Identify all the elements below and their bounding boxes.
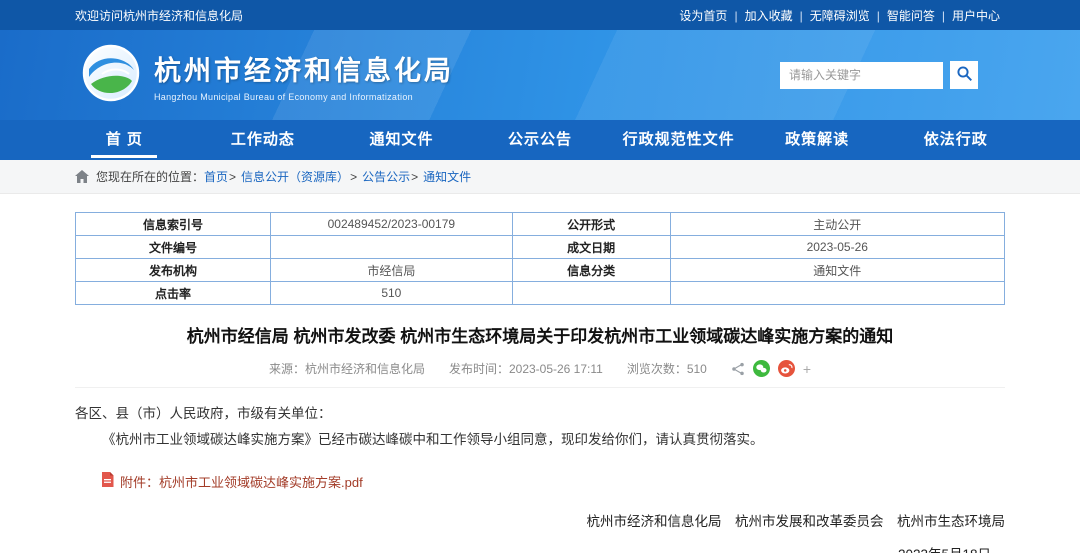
topbar-divider: | <box>734 9 737 23</box>
breadcrumb-info-disclosure[interactable]: 信息公开（资源库） <box>241 168 349 185</box>
article-source: 来源：杭州市经济和信息化局 <box>269 360 425 377</box>
article-publish-time: 发布时间：2023-05-26 17:11 <box>449 360 603 377</box>
brand-text: 杭州市经济和信息化局 Hangzhou Municipal Bureau of … <box>154 49 454 102</box>
info-value: 2023-05-26 <box>670 236 1004 259</box>
breadcrumb-notice-files[interactable]: 通知文件 <box>423 168 471 185</box>
breadcrumb-separator: > <box>411 170 418 184</box>
topbar-links: 设为首页 | 加入收藏 | 无障碍浏览 | 智能问答 | 用户中心 <box>679 7 1000 24</box>
article-body: 各区、县（市）人民政府，市级有关单位： 《杭州市工业领域碳达峰实施方案》已经市碳… <box>75 401 1005 454</box>
signature-agencies: 杭州市经济和信息化局 杭州市发展和改革委员会 杭州市生态环境局 <box>75 510 1005 530</box>
main-nav: 首 页 工作动态 通知文件 公示公告 行政规范性文件 政策解读 依法行政 <box>0 120 1080 160</box>
attachment-link[interactable]: 附件：杭州市工业领域碳达峰实施方案.pdf <box>101 472 363 491</box>
nav-item-public-notices[interactable]: 公示公告 <box>471 120 610 160</box>
site-header: 杭州市经济和信息化局 Hangzhou Municipal Bureau of … <box>0 30 1080 120</box>
info-value: 主动公开 <box>670 213 1004 236</box>
table-row: 文件编号 成文日期 2023-05-26 <box>76 236 1005 259</box>
article-meta: 来源：杭州市经济和信息化局 发布时间：2023-05-26 17:11 浏览次数… <box>75 360 1005 388</box>
pdf-icon <box>101 472 114 490</box>
nav-item-normative-docs[interactable]: 行政规范性文件 <box>609 120 748 160</box>
info-value: 002489452/2023-00179 <box>271 213 513 236</box>
article-views: 浏览次数：510 <box>627 360 707 377</box>
weibo-icon[interactable] <box>778 360 795 377</box>
topbar-divider: | <box>877 9 880 23</box>
topbar-divider: | <box>800 9 803 23</box>
nav-item-work-news[interactable]: 工作动态 <box>194 120 333 160</box>
info-label: 成文日期 <box>512 236 670 259</box>
table-row: 信息索引号 002489452/2023-00179 公开形式 主动公开 <box>76 213 1005 236</box>
home-icon <box>75 170 89 183</box>
table-row: 发布机构 市经信局 信息分类 通知文件 <box>76 259 1005 282</box>
nav-item-policy-interpretation[interactable]: 政策解读 <box>748 120 887 160</box>
topbar: 欢迎访问杭州市经济和信息化局 设为首页 | 加入收藏 | 无障碍浏览 | 智能问答 | 用户中心 <box>0 0 1080 30</box>
nav-item-law-admin[interactable]: 依法行政 <box>886 120 1025 160</box>
paragraph-salutation: 各区、县（市）人民政府，市级有关单位： <box>75 401 1005 427</box>
breadcrumb-home[interactable]: 首页 <box>204 168 228 185</box>
table-row: 点击率 510 <box>76 282 1005 305</box>
link-add-favorite[interactable]: 加入收藏 <box>745 9 793 23</box>
site-logo-icon <box>82 44 140 107</box>
info-label: 信息索引号 <box>76 213 271 236</box>
attachment-label: 附件：杭州市工业领域碳达峰实施方案.pdf <box>120 472 363 491</box>
breadcrumb-separator: > <box>350 170 357 184</box>
nav-item-home[interactable]: 首 页 <box>55 120 194 160</box>
paragraph-main: 《杭州市工业领域碳达峰实施方案》已经市碳达峰碳中和工作领导小组同意，现印发给你们… <box>75 427 1005 453</box>
search-box <box>780 61 978 89</box>
breadcrumb-prefix: 您现在所在的位置： <box>96 168 204 185</box>
welcome-text: 欢迎访问杭州市经济和信息化局 <box>75 7 243 24</box>
search-button[interactable] <box>950 61 978 89</box>
breadcrumb-separator: > <box>229 170 236 184</box>
share-more-button[interactable]: + <box>803 361 811 377</box>
search-icon <box>956 65 973 85</box>
breadcrumb: 您现在所在的位置： 首页 > 信息公开（资源库） > 公告公示 > 通知文件 <box>0 160 1080 194</box>
brand-logo[interactable]: 杭州市经济和信息化局 Hangzhou Municipal Bureau of … <box>82 44 454 107</box>
share-icon[interactable] <box>731 362 745 376</box>
info-label: 发布机构 <box>76 259 271 282</box>
link-user-center[interactable]: 用户中心 <box>952 9 1000 23</box>
site-name: 杭州市经济和信息化局 <box>154 49 454 88</box>
info-label: 信息分类 <box>512 259 670 282</box>
search-input[interactable] <box>780 62 943 89</box>
signature-date: 2023年5月18日 <box>75 543 1005 553</box>
info-table: 信息索引号 002489452/2023-00179 公开形式 主动公开 文件编… <box>75 212 1005 305</box>
info-value <box>271 236 513 259</box>
info-value: 通知文件 <box>670 259 1004 282</box>
wechat-icon[interactable] <box>753 360 770 377</box>
main-content: 信息索引号 002489452/2023-00179 公开形式 主动公开 文件编… <box>0 194 1080 553</box>
link-accessibility[interactable]: 无障碍浏览 <box>810 9 870 23</box>
nav-item-notice-files[interactable]: 通知文件 <box>332 120 471 160</box>
info-label: 文件编号 <box>76 236 271 259</box>
info-label: 公开形式 <box>512 213 670 236</box>
info-label <box>512 282 670 305</box>
topbar-divider: | <box>942 9 945 23</box>
breadcrumb-public-notice[interactable]: 公告公示 <box>362 168 410 185</box>
share-icons: + <box>731 360 811 377</box>
info-label: 点击率 <box>76 282 271 305</box>
link-set-homepage[interactable]: 设为首页 <box>679 9 727 23</box>
info-value: 市经信局 <box>271 259 513 282</box>
info-value <box>670 282 1004 305</box>
site-name-en: Hangzhou Municipal Bureau of Economy and… <box>154 92 454 102</box>
page-title: 杭州市经信局 杭州市发改委 杭州市生态环境局关于印发杭州市工业领域碳达峰实施方案… <box>75 322 1005 347</box>
info-value: 510 <box>271 282 513 305</box>
link-smart-qa[interactable]: 智能问答 <box>887 9 935 23</box>
